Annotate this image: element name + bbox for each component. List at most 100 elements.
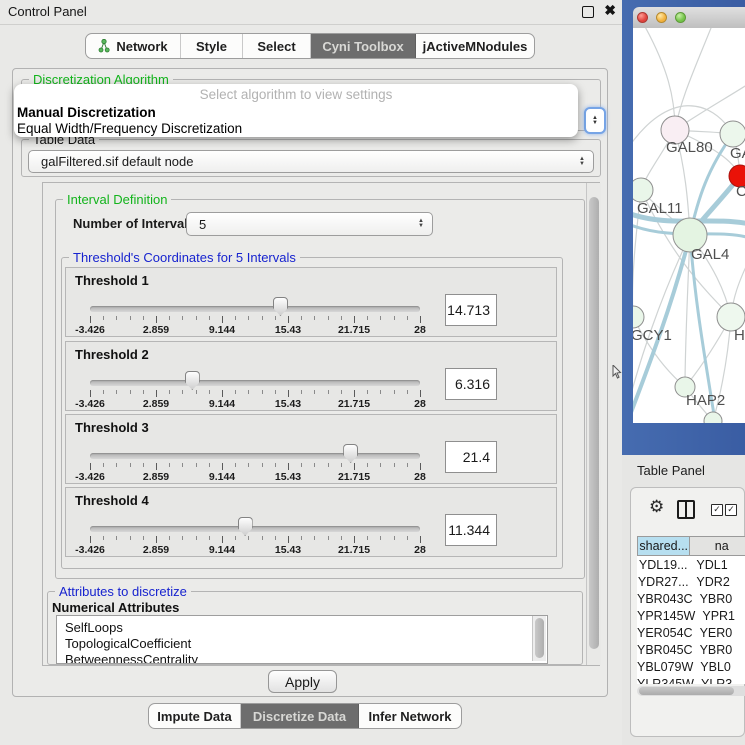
tick-label: 15.43 (258, 471, 318, 483)
tick-mark (328, 390, 329, 394)
tick-mark (235, 316, 236, 320)
table-row[interactable]: YDR27...YDR2 (637, 573, 745, 590)
tick-label: 2.859 (126, 324, 186, 336)
threshold-panel: Threshold 4-3.4262.8599.14415.4321.71528… (65, 487, 557, 557)
network-node[interactable] (720, 121, 745, 147)
table-data-combobox[interactable]: galFiltered.sif default node ▲▼ (28, 150, 594, 173)
network-node-label: HAP2 (686, 392, 725, 409)
network-node-label: GAL11 (637, 200, 683, 217)
network-window-titlebar[interactable] (633, 7, 745, 29)
table-cell: YPR1 (695, 609, 745, 623)
zoom-traffic-light[interactable] (675, 12, 686, 23)
tick-mark (367, 463, 368, 467)
tick-mark (116, 390, 117, 394)
split-columns-icon[interactable] (677, 500, 695, 519)
network-canvas[interactable]: GAL80GACGAL11GAL4GCY1HHAP2 (633, 28, 745, 423)
tick-mark (248, 536, 249, 540)
table-cell: YER0 (693, 626, 745, 640)
mouse-cursor (612, 365, 622, 379)
network-node-label: H (734, 327, 745, 344)
tick-label: 2.859 (126, 471, 186, 483)
tick-mark (182, 316, 183, 320)
tick-label: 15.43 (258, 324, 318, 336)
network-node[interactable] (633, 306, 644, 328)
table-row[interactable]: YBR043CYBR0 (637, 590, 745, 607)
stepper-icon[interactable]: ▲▼ (575, 157, 589, 167)
settings-scrollpane: Interval Definition Number of Intervals … (42, 182, 600, 666)
checkbox-icon[interactable]: ✓ (725, 504, 737, 516)
attributes-list-scrollbar[interactable] (532, 616, 546, 661)
tick-mark (209, 390, 210, 394)
num-intervals-combobox[interactable]: 5 ▲▼ (186, 212, 433, 236)
close-traffic-light[interactable] (637, 12, 648, 23)
tick-mark (394, 536, 395, 540)
tick-label: 21.715 (324, 398, 384, 410)
tick-mark (301, 463, 302, 467)
threshold-panel: Threshold 1-3.4262.8599.14415.4321.71528… (65, 267, 557, 337)
attribute-list-item[interactable]: TopologicalCoefficient (57, 636, 547, 652)
interval-definition-title: Interval Definition (63, 192, 171, 207)
tick-mark (196, 536, 197, 540)
table-row[interactable]: YDL19...YDL1 (637, 556, 745, 573)
tab-impute-data[interactable]: Impute Data (149, 704, 241, 728)
threshold-value-field[interactable]: 21.4 (445, 441, 497, 473)
tick-mark (222, 390, 223, 397)
tick-mark (394, 390, 395, 394)
threshold-value-field[interactable]: 6.316 (445, 368, 497, 400)
tick-mark (407, 463, 408, 467)
tick-mark (354, 390, 355, 397)
gear-icon[interactable]: ⚙ (649, 498, 664, 515)
tab-jactivemnodules[interactable]: jActiveMNodules (416, 34, 534, 58)
tick-mark (314, 316, 315, 320)
tick-mark (90, 390, 91, 397)
tab-discretize-data[interactable]: Discretize Data (241, 704, 359, 728)
slider-track[interactable] (90, 380, 420, 386)
table-row[interactable]: YLR345WYLR3 (637, 675, 745, 684)
slider-thumb[interactable] (238, 517, 253, 536)
threshold-panel: Threshold 3-3.4262.8599.14415.4321.71528… (65, 414, 557, 484)
tick-mark (301, 536, 302, 540)
tab-infer-network[interactable]: Infer Network (359, 704, 461, 728)
table-column-header[interactable]: shared... (637, 536, 690, 556)
network-node[interactable] (633, 178, 653, 202)
stepper-icon[interactable]: ▲▼ (414, 219, 428, 229)
tick-mark (248, 390, 249, 394)
algorithm-combobox-stepper[interactable]: ▲▼ (584, 107, 606, 134)
algorithm-option[interactable]: Manual Discretization (14, 105, 578, 121)
slider-thumb[interactable] (185, 371, 200, 390)
slider-thumb[interactable] (273, 297, 288, 316)
attribute-list-item[interactable]: BetweennessCentrality (57, 652, 547, 664)
table-row[interactable]: YBR045CYBR0 (637, 641, 745, 658)
table-column-header[interactable]: na (690, 536, 745, 556)
threshold-value-field[interactable]: 14.713 (445, 294, 497, 326)
slider-track[interactable] (90, 453, 420, 459)
slider-track[interactable] (90, 306, 420, 312)
apply-button[interactable]: Apply (268, 670, 337, 693)
tab-select[interactable]: Select (243, 34, 311, 58)
tab-network[interactable]: Network (86, 34, 181, 58)
checkbox-icon[interactable]: ✓ (711, 504, 723, 516)
threshold-value-field[interactable]: 11.344 (445, 514, 497, 546)
tab-style[interactable]: Style (181, 34, 243, 58)
algorithm-option[interactable]: Equal Width/Frequency Discretization (14, 121, 578, 137)
tick-label: 2.859 (126, 398, 186, 410)
settings-vertical-scrollbar[interactable] (586, 183, 601, 665)
algorithm-placeholder-option[interactable]: Select algorithm to view settings (14, 84, 578, 105)
slider-thumb[interactable] (343, 444, 358, 463)
tick-mark (103, 536, 104, 540)
minimize-traffic-light[interactable] (656, 12, 667, 23)
tick-mark (328, 536, 329, 540)
attribute-list-item[interactable]: SelfLoops (57, 620, 547, 636)
close-icon[interactable]: ✖ (604, 2, 616, 19)
slider-track[interactable] (90, 526, 420, 532)
tab-cyni-toolbox[interactable]: Cyni Toolbox (311, 34, 416, 58)
tick-mark (275, 390, 276, 394)
tick-mark (156, 390, 157, 397)
float-window-icon[interactable] (582, 6, 594, 18)
table-horizontal-scrollbar[interactable] (637, 686, 745, 696)
table-cell: YBL0 (693, 660, 745, 674)
table-row[interactable]: YBL079WYBL0 (637, 658, 745, 675)
table-row[interactable]: YPR145WYPR1 (637, 607, 745, 624)
numerical-attributes-list[interactable]: SelfLoopsTopologicalCoefficientBetweenne… (56, 615, 548, 664)
table-row[interactable]: YER054CYER0 (637, 624, 745, 641)
